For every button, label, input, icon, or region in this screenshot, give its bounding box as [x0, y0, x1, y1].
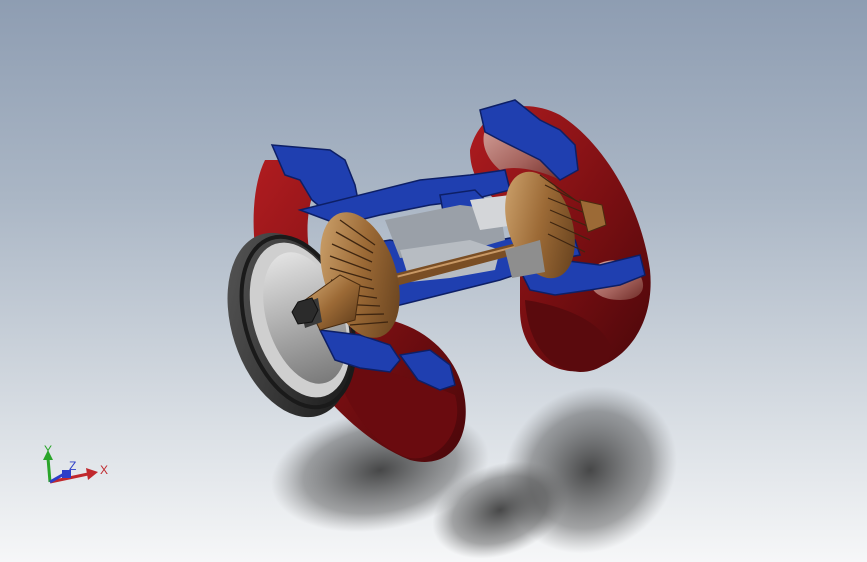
- y-axis-label: Y: [44, 444, 52, 457]
- z-axis-label: Z: [69, 459, 76, 473]
- graphics-viewport[interactable]: Y X Z: [0, 0, 867, 562]
- x-axis-label: X: [100, 463, 108, 477]
- coordinate-triad[interactable]: Y X Z: [36, 444, 116, 504]
- turbocharger-section-view[interactable]: [0, 0, 867, 562]
